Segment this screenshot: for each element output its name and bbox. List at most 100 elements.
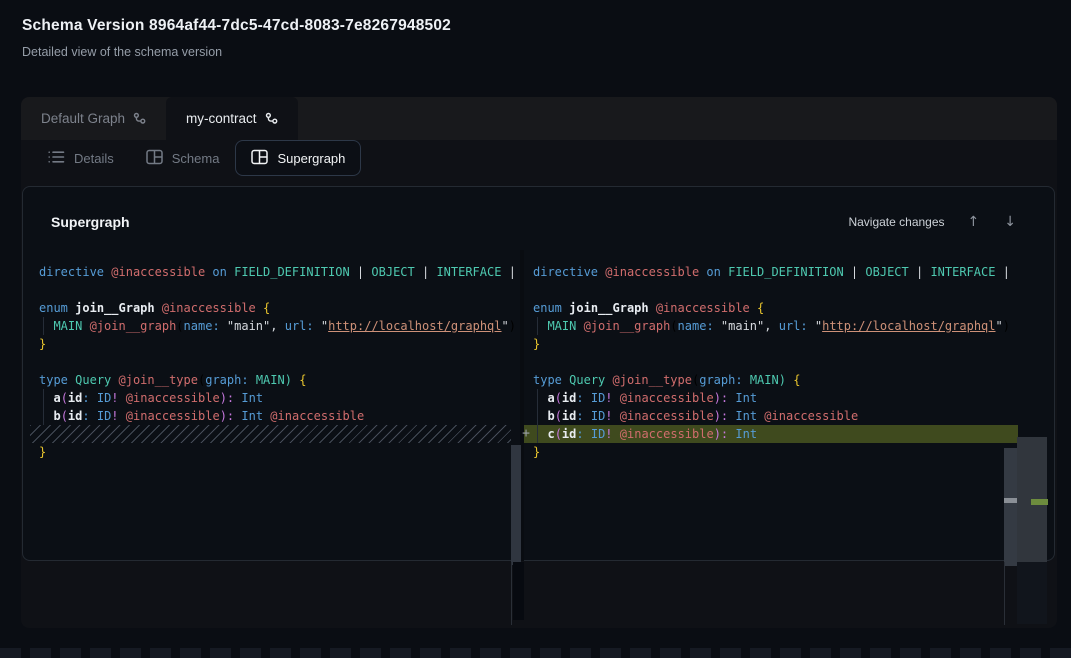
code-token: b	[547, 409, 554, 423]
code-line	[524, 353, 1018, 371]
code-token	[90, 391, 97, 405]
overview-marker-added	[1031, 499, 1048, 505]
code-line: }	[524, 443, 1018, 461]
code-token: @inaccessible	[111, 265, 205, 279]
code-line: type Query @join__type(graph: MAIN) {	[30, 371, 511, 389]
code-token: ID	[591, 391, 605, 405]
code-token: graph	[699, 373, 735, 387]
left-editor-overflow-strip	[513, 562, 524, 620]
code-token: c	[547, 427, 554, 441]
code-token	[533, 319, 547, 333]
code-token: !	[111, 409, 118, 423]
code-line: a(id: ID! @inaccessible): Int	[524, 389, 1018, 407]
code-line: MAIN @join__graph(name: "main", url: "ht…	[524, 317, 1018, 335]
code-token: Int	[241, 391, 263, 405]
code-line	[524, 281, 1018, 299]
tab-label: my-contract	[186, 111, 257, 126]
code-token	[39, 391, 53, 405]
columns-icon	[146, 149, 163, 168]
code-token: :	[82, 409, 89, 423]
arrow-down-icon[interactable]: ↓	[1002, 212, 1018, 232]
code-token: :	[735, 373, 742, 387]
code-token	[111, 373, 118, 387]
right-editor-scrollbar[interactable]	[1004, 448, 1017, 566]
code-token: @join__graph	[90, 319, 177, 333]
code-token: !	[605, 391, 612, 405]
view-tab-label: Supergraph	[277, 151, 345, 166]
code-token	[256, 301, 263, 315]
diff-right-code: directive @inaccessible on FIELD_DEFINIT…	[524, 250, 1048, 461]
tab-details[interactable]: Details	[32, 140, 130, 176]
code-line	[30, 353, 511, 371]
diff-left-code: directive @inaccessible on FIELD_DEFINIT…	[30, 250, 521, 461]
code-token: type	[533, 373, 562, 387]
code-line: }	[30, 335, 511, 353]
tab-default-graph[interactable]: Default Graph	[21, 97, 166, 140]
code-token: id	[562, 427, 576, 441]
code-token: Query	[569, 373, 605, 387]
tab-my-contract[interactable]: my-contract	[166, 97, 298, 140]
code-token: directive	[39, 265, 104, 279]
view-tab-label: Details	[74, 151, 114, 166]
code-token: @inaccessible	[605, 265, 699, 279]
code-token: INTERFACE	[436, 265, 501, 279]
code-token: join__Graph	[75, 301, 154, 315]
code-token: {	[793, 373, 800, 387]
code-token: (	[555, 427, 562, 441]
code-token	[714, 319, 721, 333]
code-token: @inaccessible	[620, 391, 714, 405]
code-token: FIELD_DEFINITION	[728, 265, 844, 279]
code-link[interactable]: http://localhost/graphql	[822, 319, 995, 333]
code-token	[605, 373, 612, 387]
code-token: @inaccessible	[126, 409, 220, 423]
diff-right-editor[interactable]: directive @inaccessible on FIELD_DEFINIT…	[524, 250, 1048, 561]
left-editor-scrollbar[interactable]	[511, 445, 521, 565]
code-token: graph	[205, 373, 241, 387]
code-token: url	[779, 319, 801, 333]
code-token: a	[547, 391, 554, 405]
code-token: enum	[39, 301, 68, 315]
tab-schema[interactable]: Schema	[130, 140, 236, 176]
page-title: Schema Version 8964af44-7dc5-47cd-8083-7…	[22, 17, 451, 35]
code-token: id	[562, 391, 576, 405]
code-token: (	[61, 409, 68, 423]
code-token: :	[212, 319, 219, 333]
code-token: ):	[220, 391, 234, 405]
code-token: b	[53, 409, 60, 423]
code-token: enum	[533, 301, 562, 315]
page-subtitle: Detailed view of the schema version	[22, 45, 222, 59]
code-token	[649, 301, 656, 315]
code-line: enum join__Graph @inaccessible {	[30, 299, 511, 317]
code-token: ,	[270, 319, 284, 333]
code-token	[90, 409, 97, 423]
code-token: name	[184, 319, 213, 333]
code-token: |	[350, 265, 372, 279]
code-token	[743, 373, 750, 387]
indent-guide	[43, 317, 44, 335]
code-token: MAIN	[547, 319, 576, 333]
code-token: |	[995, 265, 1009, 279]
diff-left-editor[interactable]: directive @inaccessible on FIELD_DEFINIT…	[30, 250, 521, 561]
code-token: |	[844, 265, 866, 279]
code-token	[584, 427, 591, 441]
code-token: :	[576, 391, 583, 405]
code-token	[155, 301, 162, 315]
code-token: MAIN	[256, 373, 285, 387]
code-token	[808, 319, 815, 333]
diff-insert-marker: +	[519, 425, 533, 443]
overview-marker-gray	[1004, 498, 1017, 503]
code-token: {	[263, 301, 270, 315]
code-token: (	[555, 391, 562, 405]
code-token: ):	[220, 409, 234, 423]
view-tab-label: Schema	[172, 151, 220, 166]
code-token: OBJECT	[865, 265, 908, 279]
code-token	[220, 319, 227, 333]
tab-supergraph[interactable]: Supergraph	[235, 140, 361, 176]
view-tab-row: Details Schema Supergraph	[32, 140, 361, 176]
code-token	[584, 409, 591, 423]
code-token: ID	[97, 409, 111, 423]
code-link[interactable]: http://localhost/graphql	[328, 319, 501, 333]
arrow-up-icon[interactable]: ↑	[966, 212, 982, 232]
code-token: Query	[75, 373, 111, 387]
code-token: @inaccessible	[270, 409, 364, 423]
